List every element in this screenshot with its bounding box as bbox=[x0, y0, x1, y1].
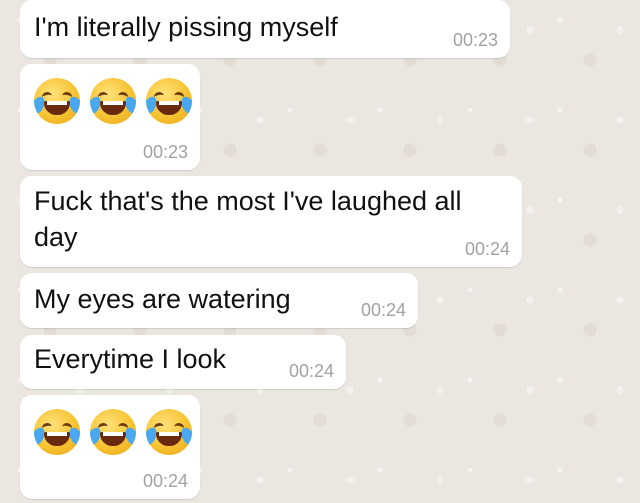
message-bubble[interactable]: Everytime I look 00:24 bbox=[20, 335, 346, 389]
message-text-line-2: day bbox=[34, 222, 78, 252]
message-text-line-1: Fuck that's the most I've laughed all bbox=[34, 186, 462, 216]
face-with-tears-of-joy-icon bbox=[90, 409, 136, 455]
message-timestamp: 00:23 bbox=[142, 142, 188, 162]
message-text: Everytime I look bbox=[34, 344, 227, 374]
message-bubble[interactable]: I'm literally pissing myself 00:23 bbox=[20, 0, 510, 58]
chat-thread[interactable]: I'm literally pissing myself 00:23 00:23… bbox=[0, 0, 640, 503]
message-bubble-emoji[interactable]: 00:24 bbox=[20, 395, 200, 499]
message-bubble[interactable]: Fuck that's the most I've laughed all da… bbox=[20, 176, 522, 267]
message-timestamp: 00:24 bbox=[288, 361, 334, 381]
message-timestamp: 00:24 bbox=[464, 239, 510, 259]
face-with-tears-of-joy-icon bbox=[146, 78, 192, 124]
message-text: I'm literally pissing myself bbox=[34, 12, 338, 42]
face-with-tears-of-joy-icon bbox=[34, 78, 80, 124]
face-with-tears-of-joy-icon bbox=[146, 409, 192, 455]
message-text: My eyes are watering bbox=[34, 284, 291, 314]
face-with-tears-of-joy-icon bbox=[34, 409, 80, 455]
face-with-tears-of-joy-icon bbox=[90, 78, 136, 124]
message-timestamp: 00:24 bbox=[360, 300, 406, 320]
message-bubble-emoji[interactable]: 00:23 bbox=[20, 64, 200, 170]
emoji-row bbox=[34, 78, 192, 124]
message-bubble[interactable]: My eyes are watering 00:24 bbox=[20, 273, 418, 328]
emoji-row bbox=[34, 409, 192, 455]
message-timestamp: 00:24 bbox=[142, 471, 188, 491]
message-timestamp: 00:23 bbox=[452, 30, 498, 50]
